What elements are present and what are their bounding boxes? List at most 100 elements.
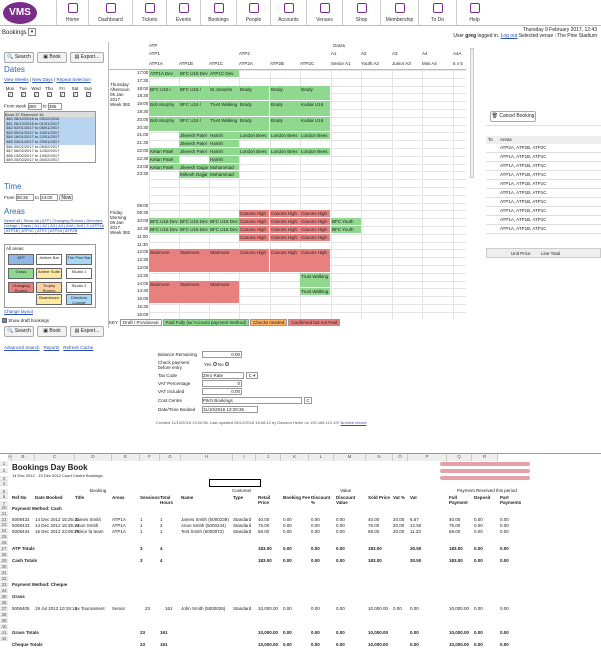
booking-cell[interactable]: BFC U16 Dev [179, 218, 209, 225]
sheet-cell[interactable]: 0.00 [336, 546, 345, 551]
booking-cell[interactable]: Ketan Patel [149, 163, 179, 171]
row-header[interactable]: 35 [0, 594, 8, 599]
day-checkbox[interactable]: ✓ [85, 92, 91, 97]
row-header[interactable]: 40 [0, 624, 8, 629]
booking-cell[interactable]: Stanmore [179, 280, 209, 303]
sheet-cell[interactable]: 5008432 [12, 517, 30, 522]
sheet-cell[interactable]: 10,000.00 [258, 606, 278, 611]
logout-link[interactable]: Log out [501, 33, 518, 39]
booking-cell[interactable]: Trust Walking [209, 101, 239, 116]
booking-cell[interactable]: Canons High [239, 218, 269, 225]
grid-col-atp2a[interactable]: ATP2A [239, 61, 253, 66]
nav-tickets[interactable]: Tickets [132, 0, 166, 26]
sheet-cell[interactable]: 75.00 [449, 523, 460, 528]
sheet-cell[interactable]: 183.00 [449, 546, 463, 551]
now-button[interactable]: Now [59, 194, 74, 201]
sheet-cell[interactable]: 15 Dec 2012 23:06:26 [35, 529, 79, 534]
sheet-cell[interactable]: 68.00 [449, 529, 460, 534]
booking-cell[interactable]: Canons High [300, 226, 330, 233]
nav-people[interactable]: People [236, 0, 270, 26]
sheet-cell[interactable]: 10,000.00 [258, 630, 278, 635]
sheet-cell[interactable]: 183.00 [258, 546, 272, 551]
booking-cell[interactable]: BFC U16 Dev [149, 226, 179, 233]
sheet-cell[interactable]: 2 [160, 523, 163, 528]
sheet-cell[interactable]: ATP1A [112, 529, 126, 534]
booking-cell[interactable]: Canons High [300, 249, 330, 272]
sheet-cell[interactable]: 75.00 [368, 523, 379, 528]
booking-cell[interactable]: Jikeesh Patel [179, 132, 209, 140]
sheet-cell[interactable]: James Smith [75, 517, 101, 522]
areas-row[interactable]: ATP1A, ATP1B, ATP1C [486, 153, 601, 162]
booking-cell[interactable]: Jikeesh Patel [179, 148, 209, 155]
sheet-cell[interactable]: 161 [160, 642, 168, 647]
sheet-cell[interactable]: James Smith (5000239) [181, 517, 229, 522]
areas-row[interactable]: ATP1A, ATP1B, ATP1C [486, 207, 601, 216]
from-week-input[interactable]: 380 [27, 103, 42, 110]
sheet-cell[interactable]: 1 [160, 529, 163, 534]
sheet-cell[interactable]: 0.00 [500, 529, 509, 534]
sheet-cell[interactable]: John Smith (5000026) [181, 606, 225, 611]
sheet-cell[interactable]: 0.00 [410, 642, 419, 647]
row-header[interactable]: 2 [0, 468, 8, 473]
sheet-cell[interactable]: 0.00 [311, 606, 320, 611]
grid-col-mini-a4[interactable]: Mini A4 [422, 61, 437, 66]
booking-cell[interactable]: Harish [209, 140, 239, 147]
sheet-cell[interactable]: Test Smith (5000072) [181, 529, 224, 534]
sheet-cell[interactable]: 5v Tournament [75, 606, 105, 611]
booking-cell[interactable]: Mohammad [209, 163, 239, 171]
sheet-cell[interactable]: 183.00 [258, 558, 272, 563]
sheet-cell[interactable]: Anon Smith (5000244) [181, 523, 226, 528]
sheet-cell[interactable]: ATP1A [112, 523, 126, 528]
areas-row[interactable]: ATP2A, ATP2B, ATP2C [486, 144, 601, 153]
grid-col-atp1b[interactable]: ATP1B [179, 61, 193, 66]
sheet-cell[interactable]: Senior [112, 606, 125, 611]
sheet-cell[interactable]: 0.00 [474, 546, 483, 551]
booking-cell[interactable]: Harish [209, 155, 239, 163]
sheet-cell[interactable]: 0.00 [500, 606, 509, 611]
row-header[interactable]: 33 [0, 582, 8, 587]
week-list[interactable]: Book 37 Removed 16 380 28/12/2016 to 25/… [4, 111, 96, 163]
sheet-cell[interactable]: 0.00 [311, 529, 320, 534]
sheet-cell[interactable]: 0.00 [283, 630, 292, 635]
booking-cell[interactable]: Canons High [270, 210, 300, 218]
date-booked-field[interactable]: 11/10/2016 13:20:36 [202, 406, 258, 413]
book-button[interactable]: ▣ Book [37, 52, 67, 63]
export-button[interactable]: ▤ Export... [70, 52, 104, 63]
sheet-cell[interactable]: Standard [233, 517, 251, 522]
column-header[interactable]: C [35, 454, 75, 461]
sheet-cell[interactable]: 161 [160, 630, 168, 635]
sheet-cell[interactable]: Anon Smith [75, 523, 98, 528]
sheet-cell[interactable]: 0.00 [474, 558, 483, 563]
booking-cell[interactable]: Canons High [270, 226, 300, 233]
grid-col-junior-a3[interactable]: Junior A3 [392, 61, 411, 66]
sheet-cell[interactable]: 0.00 [500, 546, 509, 551]
nav-accounts[interactable]: Accounts [270, 0, 306, 26]
sheet-cell[interactable]: ATP1A [112, 517, 126, 522]
sheet-cell[interactable]: 0.00 [474, 523, 483, 528]
booking-cell[interactable]: Harish [209, 132, 239, 140]
booking-cell[interactable]: Canons High [239, 233, 269, 241]
archive-link[interactable]: Archive record [341, 420, 367, 425]
cost-centre-select[interactable]: Pitch Bookings [202, 397, 302, 404]
booking-cell[interactable]: BFC U16 / [179, 101, 209, 116]
day-checkbox[interactable]: ✓ [33, 92, 39, 97]
column-header[interactable]: L [309, 454, 334, 461]
cancel-booking-button[interactable]: 🗑 Cancel Booking [490, 111, 536, 122]
sheet-cell[interactable]: 0.00 [336, 630, 345, 635]
nav-dashboard[interactable]: Dashboard [88, 0, 132, 26]
sheet-cell[interactable]: 0.00 [410, 630, 419, 635]
nav-venues[interactable]: Venues [306, 0, 342, 26]
sheet-cell[interactable]: 0.00 [500, 517, 509, 522]
sheet-cell[interactable]: 5008434 [12, 529, 30, 534]
sheet-cell[interactable]: 20.00 [393, 517, 404, 522]
sheet-cell[interactable]: 10,000.00 [258, 642, 278, 647]
week-row[interactable]: 389 20/02/2017 to 26/02/2017 [5, 158, 95, 162]
booking-cell[interactable]: Bob Murphy [149, 101, 179, 116]
area-filter-links[interactable]: Select all | Show all | ATP | Changing R… [4, 218, 104, 233]
grid-col-atp1a[interactable]: ATP1A [149, 61, 163, 66]
area-tile-directors-lounge[interactable]: Directors Lounge [66, 294, 92, 305]
sheet-cell[interactable]: 1 [140, 517, 143, 522]
row-header[interactable]: 32 [0, 576, 8, 581]
booking-cell[interactable]: Mihesh Gajjar [179, 171, 209, 179]
sheet-cell[interactable]: 40.00 [449, 517, 460, 522]
